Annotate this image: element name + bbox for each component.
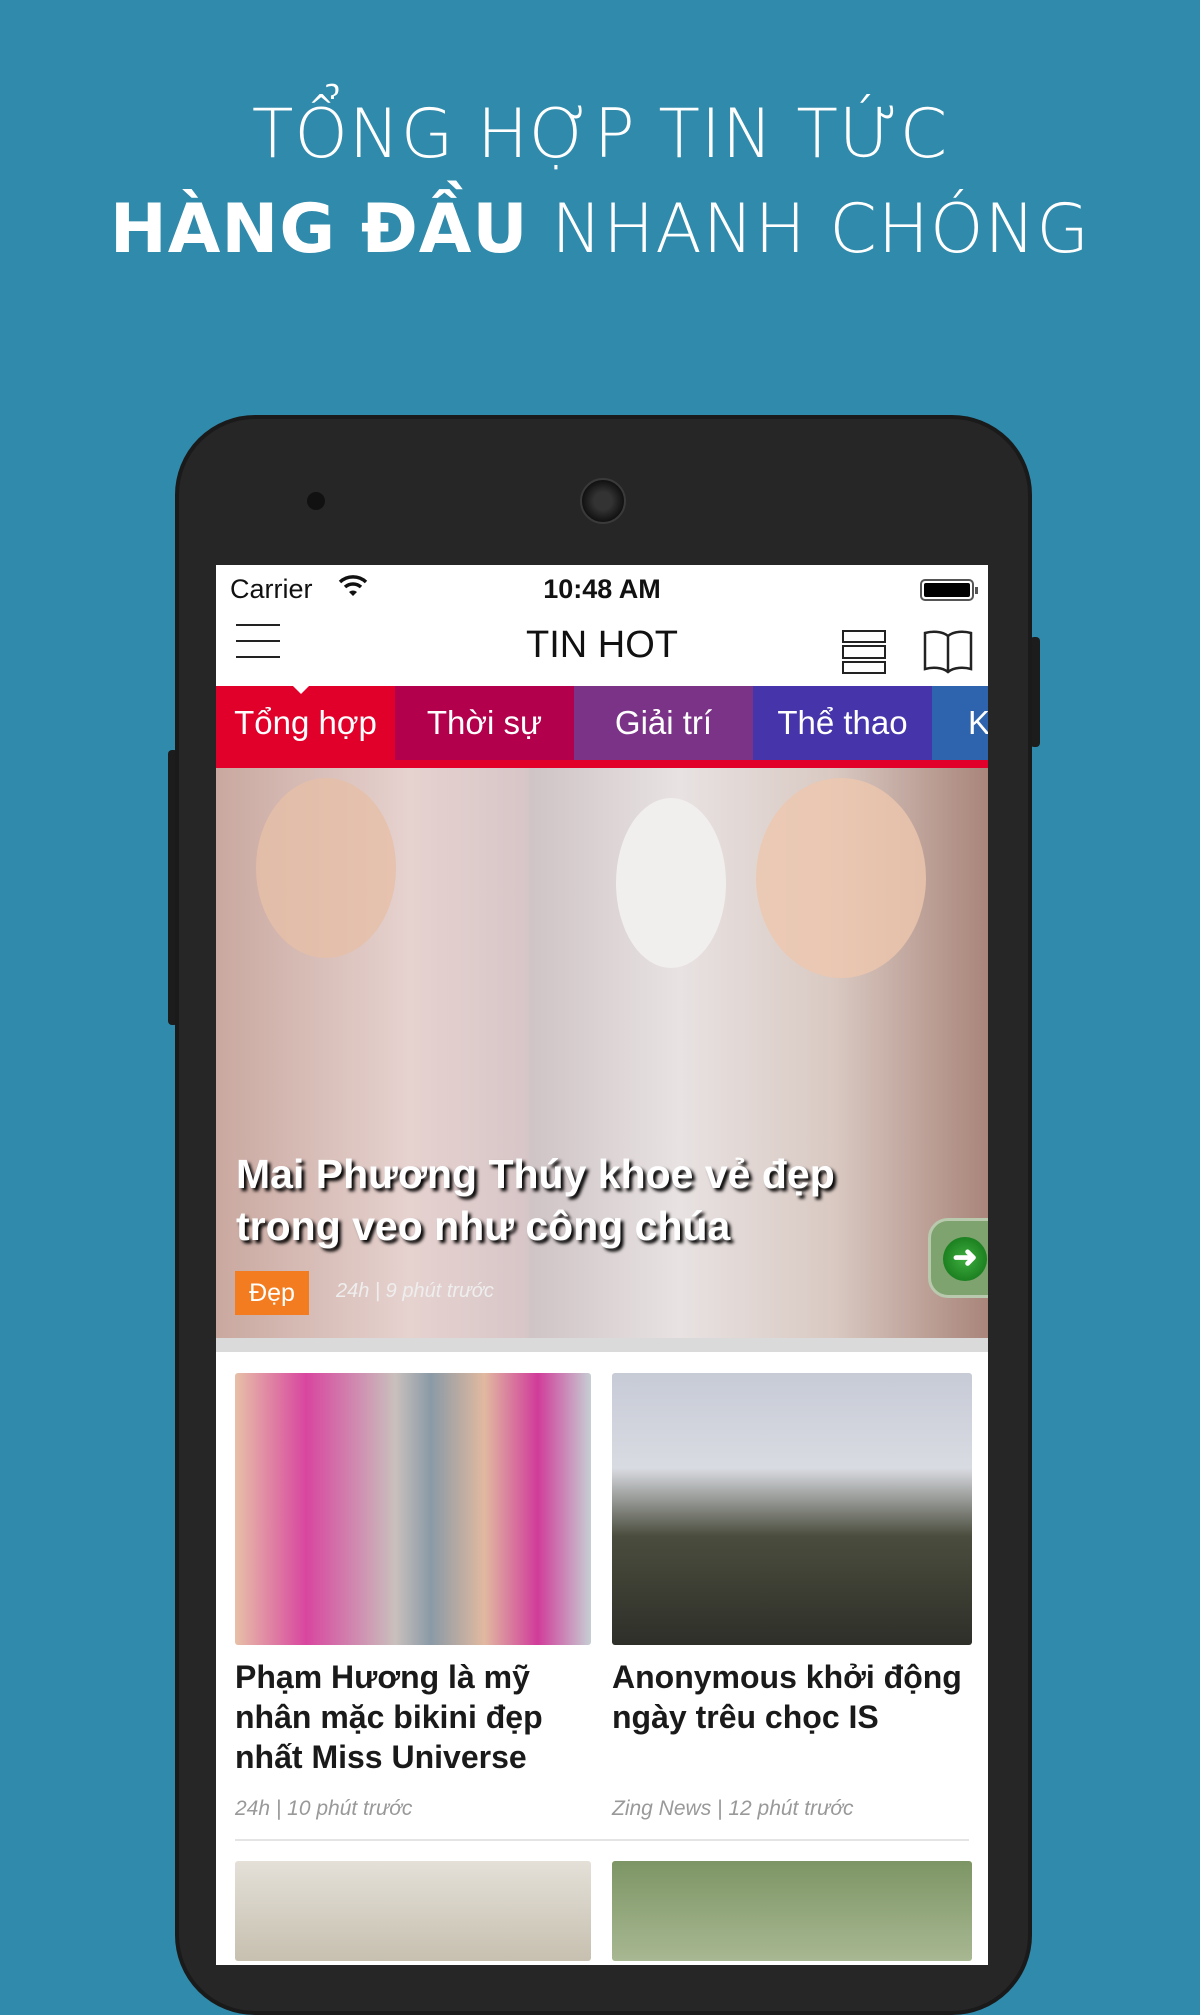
hero-image-mannequin [616,798,726,968]
hero-article[interactable]: Mai Phương Thúy khoe vẻ đẹp trong veo nh… [216,768,988,1338]
arrow-right-icon: ➜ [943,1237,987,1281]
hero-meta: 24h | 9 phút trước [336,1280,494,1302]
tab-tong-hop[interactable]: Tổng hợp [216,686,395,760]
tab-the-thao[interactable]: Thể thao [753,686,932,760]
phone-sensor [307,492,325,510]
article-list: Phạm Hương là mỹ nhân mặc bikini đẹp nhấ… [216,1352,988,1961]
category-tabs: Tổng hợp Thời sự Giải trí Thể thao K [216,686,988,760]
battery-icon [920,579,978,601]
tab-underline [216,760,988,768]
hero-image [256,778,396,958]
article-card[interactable]: Anonymous khởi động ngày trêu chọc IS Zi… [612,1373,972,1821]
book-icon[interactable] [922,628,974,674]
hero-image-face [756,778,926,978]
promo-line-2: HÀNG ĐẦU NHANH CHÓNG [0,190,1200,269]
article-meta: 24h | 10 phút trước [235,1797,413,1820]
section-gap [216,1338,988,1352]
article-image[interactable] [235,1861,591,1961]
category-tag[interactable]: Đẹp [235,1271,309,1315]
app-screen: Carrier 10:48 AM TIN HOT Tổng hợp Thời s… [216,565,988,1965]
article-image [612,1373,972,1645]
status-bar: Carrier 10:48 AM [216,565,988,612]
article-image[interactable] [612,1861,972,1961]
article-card[interactable]: Phạm Hương là mỹ nhân mặc bikini đẹp nhấ… [235,1373,591,1821]
divider [235,1839,969,1841]
status-time: 10:48 AM [543,574,661,604]
promo-line-2-rest: NHANH CHÓNG [528,190,1091,269]
tab-giai-tri[interactable]: Giải trí [574,686,753,760]
next-article-button[interactable]: ➜ [928,1218,988,1298]
tab-more[interactable]: K [932,686,988,760]
tab-thoi-su[interactable]: Thời sự [395,686,574,760]
article-title[interactable]: Anonymous khởi động ngày trêu chọc IS [612,1657,972,1777]
nav-bar: TIN HOT [216,612,988,686]
article-image [235,1373,591,1645]
article-meta: Zing News | 12 phút trước [612,1797,854,1820]
article-title[interactable]: Phạm Hương là mỹ nhân mặc bikini đẹp nhấ… [235,1657,591,1777]
list-view-icon[interactable] [842,630,886,674]
hero-title[interactable]: Mai Phương Thúy khoe vẻ đẹp trong veo nh… [236,1148,916,1252]
promo-line-2-bold: HÀNG ĐẦU [109,190,529,269]
phone-speaker [580,478,626,524]
promo-line-1: TỔNG HỢP TIN TỨC [251,95,949,174]
